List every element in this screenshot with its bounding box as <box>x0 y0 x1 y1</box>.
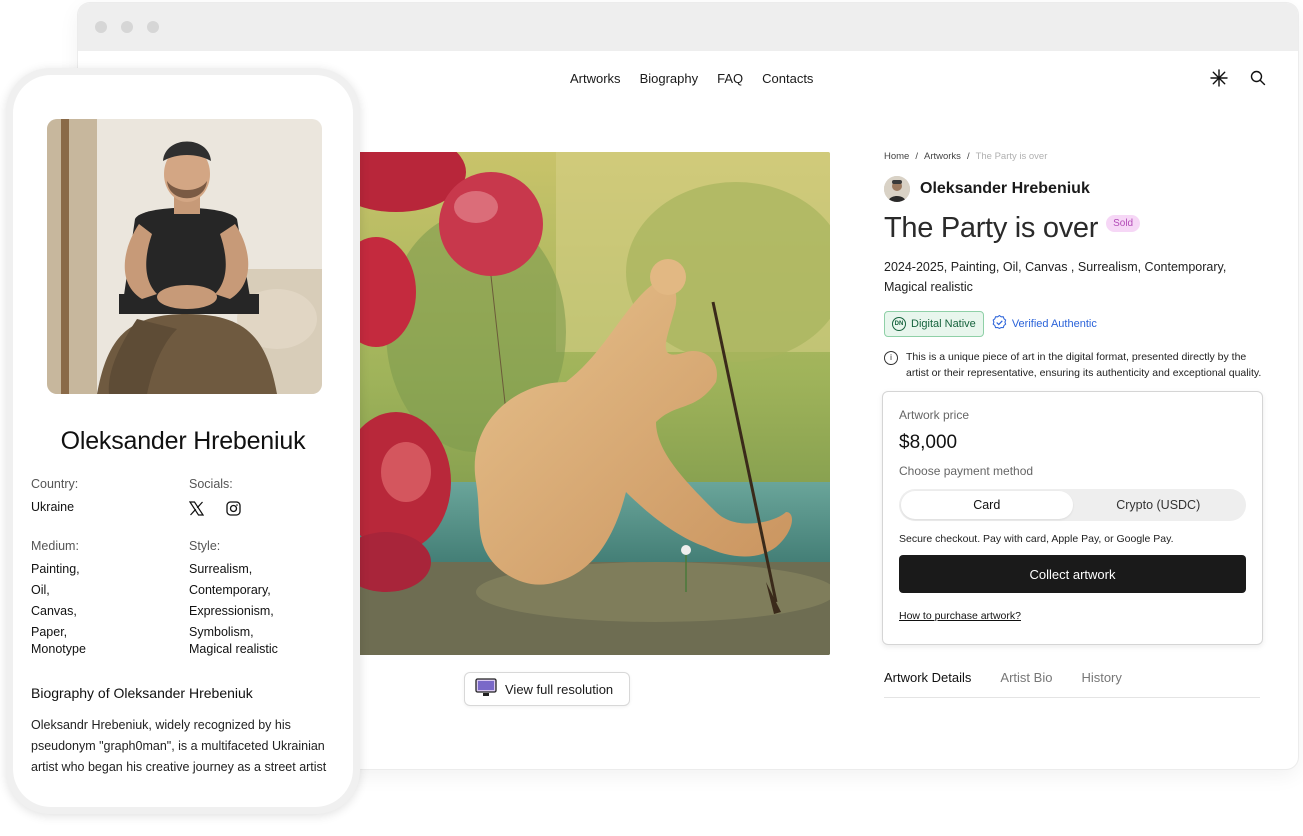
price-label: Artwork price <box>899 408 970 422</box>
breadcrumb-separator: / <box>966 151 970 162</box>
collect-artwork-button[interactable]: Collect artwork <box>899 555 1246 593</box>
authenticity-notice: i This is a unique piece of art in the d… <box>884 349 1264 381</box>
browser-titlebar <box>78 3 1298 51</box>
medium-item: Canvas, <box>31 604 77 618</box>
verified-authentic-label: Verified Authentic <box>1011 318 1097 330</box>
artist-link[interactable]: Oleksander Hrebeniuk <box>884 176 1264 202</box>
view-full-resolution-label: View full resolution <box>505 681 614 697</box>
style-item: Surrealism, <box>189 562 253 576</box>
mobile-frame: Oleksander Hrebeniuk Country: Ukraine So… <box>6 68 360 814</box>
sparkle-icon[interactable] <box>1210 69 1228 87</box>
mobile-screen: Oleksander Hrebeniuk Country: Ukraine So… <box>13 75 353 807</box>
payment-card-option[interactable]: Card <box>901 491 1073 519</box>
nav-biography[interactable]: Biography <box>640 71 699 86</box>
medium-item: Paper, <box>31 625 68 639</box>
style-item: Symbolism, <box>189 625 254 639</box>
payment-method-toggle: Card Crypto (USDC) <box>899 489 1246 521</box>
country-value: Ukraine <box>31 500 75 514</box>
digital-native-badge: DN Digital Native <box>884 311 984 337</box>
how-to-purchase-link[interactable]: How to purchase artwork? <box>899 610 1246 622</box>
search-icon[interactable] <box>1250 70 1266 86</box>
window-maximize-dot[interactable] <box>147 21 159 33</box>
breadcrumb: Home / Artworks / The Party is over <box>884 151 1264 162</box>
payment-crypto-option[interactable]: Crypto (USDC) <box>1073 491 1245 519</box>
artist-name: Oleksander Hrebeniuk <box>920 180 1090 197</box>
tab-artist-bio[interactable]: Artist Bio <box>1000 670 1052 685</box>
payment-method-label: Choose payment method <box>899 464 1034 478</box>
tab-artwork-details[interactable]: Artwork Details <box>884 670 971 685</box>
artwork-image[interactable] <box>356 152 830 655</box>
style-item: Magical realistic <box>189 642 278 656</box>
nav-artworks[interactable]: Artworks <box>570 71 621 86</box>
view-full-resolution-button[interactable]: View full resolution <box>464 672 630 706</box>
verified-authentic-badge: Verified Authentic <box>992 314 1097 333</box>
artist-portrait <box>47 119 322 394</box>
artwork-title: The Party is over <box>884 212 1099 244</box>
tab-history[interactable]: History <box>1081 670 1121 685</box>
artwork-meta: 2024-2025, Painting, Oil, Canvas , Surre… <box>884 260 1227 294</box>
country-label: Country: <box>31 477 79 491</box>
breadcrumb-current: The Party is over <box>975 151 1048 162</box>
detail-tabs: Artwork Details Artist Bio History <box>884 670 1260 698</box>
medium-item: Oil, <box>31 583 50 597</box>
info-icon: i <box>884 351 898 365</box>
secure-checkout-text: Secure checkout. Pay with card, Apple Pa… <box>899 533 1174 545</box>
window-minimize-dot[interactable] <box>121 21 133 33</box>
nav-contacts[interactable]: Contacts <box>762 71 813 86</box>
monitor-icon <box>475 677 497 701</box>
medium-label: Medium: <box>31 539 79 553</box>
style-item: Contemporary, <box>189 583 271 597</box>
digital-native-label: Digital Native <box>911 318 976 330</box>
medium-item: Painting, <box>31 562 80 576</box>
breadcrumb-artworks[interactable]: Artworks <box>924 151 961 162</box>
style-item: Expressionism, <box>189 604 274 618</box>
authenticity-notice-text: This is a unique piece of art in the dig… <box>906 351 1262 379</box>
price-value: $8,000 <box>899 432 958 453</box>
breadcrumb-separator: / <box>915 151 918 162</box>
digital-native-icon: DN <box>892 317 906 331</box>
mobile-artist-name: Oleksander Hrebeniuk <box>60 427 306 455</box>
style-label: Style: <box>189 539 221 553</box>
breadcrumb-home[interactable]: Home <box>884 151 909 162</box>
nav-faq[interactable]: FAQ <box>717 71 743 86</box>
status-badge: Sold <box>1106 215 1141 232</box>
socials-label: Socials: <box>189 477 233 491</box>
artwork-details-panel: Home / Artworks / The Party is over Olek… <box>882 151 1264 698</box>
verified-badge-icon <box>992 314 1007 333</box>
medium-item: Monotype <box>31 642 86 656</box>
biography-text: Oleksandr Hrebeniuk, widely recognized b… <box>31 718 327 774</box>
biography-heading: Biography of Oleksander Hrebeniuk <box>31 685 253 701</box>
x-social-icon[interactable] <box>188 501 205 519</box>
purchase-card: Artwork price $8,000 Choose payment meth… <box>882 391 1263 645</box>
instagram-icon[interactable] <box>226 501 241 519</box>
artist-avatar <box>884 176 910 202</box>
window-close-dot[interactable] <box>95 21 107 33</box>
